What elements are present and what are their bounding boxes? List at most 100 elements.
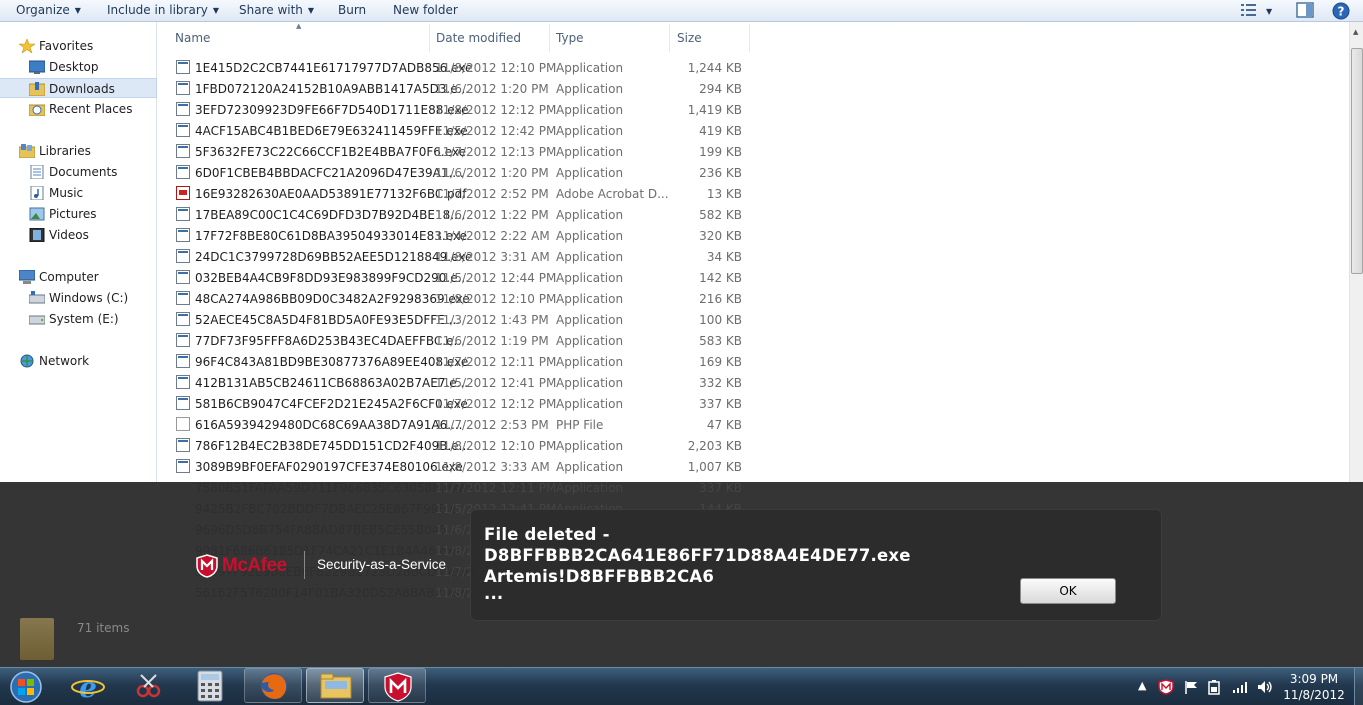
file-type: Application [556, 124, 624, 138]
folder-icon [20, 618, 54, 660]
nav-videos-label: Videos [49, 228, 89, 242]
file-type: Application [556, 145, 624, 159]
calculator-icon[interactable] [197, 670, 223, 702]
ok-button[interactable]: OK [1020, 578, 1116, 604]
file-name: 6D0F1CBEB4BBDACFC21A2096D47E39A1.... [195, 166, 464, 180]
file-row[interactable]: 6D0F1CBEB4BBDACFC21A2096D47E39A1.... 11/6… [158, 162, 758, 183]
view-chevron-down-icon[interactable]: ▼ [1266, 4, 1272, 18]
file-row[interactable]: 1FBD072120A24152B10A9ABB1417A5D3.e... 11/… [158, 78, 758, 99]
nav-favorites[interactable]: Favorites [0, 36, 157, 56]
file-row[interactable]: 48CA274A986BB09D0C3482A2F9298369.exe 11/8… [158, 288, 758, 309]
chevron-down-icon: ▼ [212, 6, 220, 15]
taskbar-mcafee-button[interactable] [368, 668, 426, 703]
application-file-icon [176, 333, 190, 347]
file-row[interactable]: 1E415D2C2CB7441E61717977D7ADB856.exe 11/8… [158, 57, 758, 78]
burn-button[interactable]: Burn [338, 3, 366, 17]
application-file-icon [176, 102, 190, 116]
nav-pictures[interactable]: Pictures [0, 204, 157, 224]
nav-downloads[interactable]: Downloads [0, 78, 157, 98]
snipping-tool-icon[interactable] [132, 671, 164, 701]
file-type: Application [556, 313, 624, 327]
column-date-header[interactable]: Date modified [430, 24, 550, 52]
file-deleted-dialog: File deleted - D8BFFBBB2CA641E86FF71D88A… [470, 509, 1162, 621]
file-name: 17F72F8BE80C61D8BA39504933014E83.exe [195, 229, 467, 243]
organize-button[interactable]: Organize ▼ [16, 3, 81, 17]
file-row[interactable]: 52AECE45C8A5D4F81BD5A0FE93E5DFFE.... 11/3… [158, 309, 758, 330]
nav-network[interactable]: Network [0, 351, 157, 371]
file-size: 47 KB [706, 418, 742, 432]
nav-windows-c[interactable]: Windows (C:) [0, 288, 157, 308]
file-row[interactable]: 17BEA89C00C1C4C69DFD3D7B92D4BE18.... 11/6… [158, 204, 758, 225]
file-row[interactable]: 96F4C843A81BD9BE30877376A89EE408.exe 11/7… [158, 351, 758, 372]
file-name: 77DF73F95FFF8A6D253B43EC4DAEFFBC.e... [195, 334, 465, 348]
file-row[interactable]: 786F12B4EC2B38DE745DD151CD2F409B.e... 11/… [158, 435, 758, 456]
nav-windows-c-label: Windows (C:) [49, 291, 129, 305]
pdf-file-icon [176, 186, 190, 200]
nav-libraries[interactable]: Libraries [0, 141, 157, 161]
column-name-header[interactable]: Name [158, 24, 430, 52]
share-with-button[interactable]: Share with ▼ [239, 3, 314, 17]
file-name: 24DC1C3799728D69BB52AEE5D1218849.exe [195, 250, 473, 264]
taskbar-firefox-button[interactable] [244, 668, 302, 703]
file-type: Application [556, 355, 624, 369]
file-row[interactable]: 17F72F8BE80C61D8BA39504933014E83.exe 11/4… [158, 225, 758, 246]
file-type: Application [556, 61, 624, 75]
nav-music[interactable]: Music [0, 183, 157, 203]
file-row[interactable]: 616A5939429480DC68C69AA38D7A91A6.... 11/7… [158, 414, 758, 435]
taskbar-explorer-button[interactable] [306, 668, 364, 703]
nav-libraries-label: Libraries [39, 144, 91, 158]
file-type: Application [556, 271, 624, 285]
file-row[interactable]: 3089B9BF0EFAF0290197CFE374E80106.exe 11/8… [158, 456, 758, 477]
battery-power-icon[interactable] [1207, 679, 1221, 695]
nav-videos[interactable]: Videos [0, 225, 157, 245]
file-name: 52AECE45C8A5D4F81BD5A0FE93E5DFFE.... [195, 313, 461, 327]
nav-documents-label: Documents [49, 165, 118, 179]
file-size: 236 KB [699, 166, 742, 180]
mcafee-shield-icon [196, 554, 218, 578]
internet-explorer-icon[interactable]: e [70, 671, 106, 701]
file-row[interactable]: 4ACF15ABC4B1BED6E79E632411459FFE.exe 11/5… [158, 120, 758, 141]
include-in-library-button[interactable]: Include in library ▼ [107, 3, 219, 17]
action-center-flag-icon[interactable] [1184, 680, 1200, 694]
nav-computer[interactable]: Computer [0, 267, 157, 287]
firefox-icon [261, 673, 287, 699]
sort-ascending-icon: ▲ [296, 22, 302, 30]
vertical-scrollbar[interactable]: ▲ [1349, 22, 1363, 482]
mcafee-tray-icon[interactable] [1158, 679, 1174, 695]
file-row[interactable]: 032BEB4A4CB9F8DD93E983899F9CD290.e... 11/… [158, 267, 758, 288]
column-size-header[interactable]: Size [670, 24, 750, 52]
nav-downloads-label: Downloads [49, 82, 115, 96]
show-desktop-button[interactable] [1354, 668, 1363, 705]
scroll-up-arrow-icon[interactable]: ▲ [1353, 28, 1358, 36]
nav-recent-places[interactable]: Recent Places [0, 99, 157, 119]
file-row[interactable]: 581B6CB9047C4FCEF2D21E245A2F6CF0.exe 11/7… [158, 393, 758, 414]
file-row[interactable]: 16E93282630AE0AAD53891E77132F6BC.pdf 11/7… [158, 183, 758, 204]
file-size: 419 KB [699, 124, 742, 138]
file-row[interactable]: 7580B51FAFAA59D711F966835C63058B.exe 11/7… [158, 482, 758, 498]
file-row[interactable]: 412B131AB5CB24611CB68863A02B7AE7.e... 11/… [158, 372, 758, 393]
file-type: Application [556, 103, 624, 117]
file-row[interactable]: 5F3632FE73C22C66CCF1B2E4BBA7F0F6.exe 11/7… [158, 141, 758, 162]
nav-documents[interactable]: Documents [0, 162, 157, 182]
system-clock[interactable]: 3:09 PM 11/8/2012 [1276, 671, 1352, 703]
help-icon[interactable]: ? [1332, 2, 1350, 20]
scrollbar-thumb[interactable] [1351, 48, 1363, 274]
php-file-icon [176, 417, 190, 431]
new-folder-button[interactable]: New folder [393, 3, 458, 17]
nav-system-e[interactable]: System (E:) [0, 309, 157, 329]
file-row[interactable]: 77DF73F95FFF8A6D253B43EC4DAEFFBC.e... 11/… [158, 330, 758, 351]
file-name: 4ACF15ABC4B1BED6E79E632411459FFE.exe [195, 124, 468, 138]
volume-speaker-icon[interactable] [1257, 679, 1273, 695]
wireless-signal-icon[interactable] [1232, 681, 1248, 694]
start-button[interactable] [6, 670, 46, 703]
column-type-header[interactable]: Type [550, 24, 670, 52]
computer-icon [19, 270, 35, 284]
view-options-icon[interactable] [1241, 3, 1257, 17]
file-row[interactable]: 3EFD72309923D9FE66F7D540D1711E88.exe 11/8… [158, 99, 758, 120]
file-date: 11/6/2012 1:20 PM [435, 166, 549, 180]
preview-pane-icon[interactable] [1296, 2, 1314, 18]
file-row[interactable]: 24DC1C3799728D69BB52AEE5D1218849.exe 11/8… [158, 246, 758, 267]
show-hidden-icons-icon[interactable]: ▲ [1138, 679, 1146, 692]
nav-desktop[interactable]: Desktop [0, 57, 157, 77]
file-size: 169 KB [699, 355, 742, 369]
